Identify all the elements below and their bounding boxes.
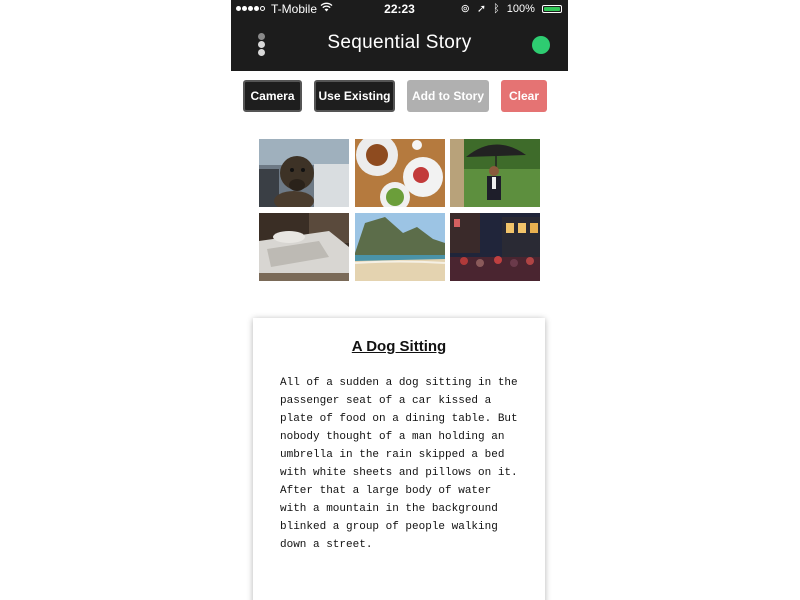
- bluetooth-icon: ᛒ: [493, 3, 500, 15]
- photo-dog-in-car[interactable]: [259, 139, 349, 207]
- story-text: All of a sudden a dog sitting in the pas…: [280, 377, 518, 551]
- battery-icon: [542, 5, 562, 13]
- app-title: Sequential Story: [327, 32, 472, 53]
- status-indicator: [532, 36, 550, 54]
- battery-percent: 100%: [506, 3, 535, 15]
- status-icons: ⊚ ➚ ᛒ 100%: [457, 2, 562, 15]
- add-to-story-button[interactable]: Add to Story: [407, 80, 489, 112]
- rotation-lock-icon: ⊚: [460, 3, 470, 15]
- story-title: A Dog Sitting: [351, 338, 447, 355]
- status-bar: T-Mobile 22:23 ⊚ ➚ ᛒ 100%: [231, 0, 568, 18]
- nav-bar: Sequential Story: [231, 18, 568, 71]
- camera-button[interactable]: Camera: [243, 80, 302, 112]
- photo-plate-of-food[interactable]: [355, 139, 445, 207]
- photo-man-with-umbrella[interactable]: [450, 139, 540, 207]
- photo-bed-with-sheets[interactable]: [259, 213, 349, 281]
- location-icon: ➚: [476, 3, 487, 15]
- battery-level: [544, 7, 560, 11]
- phone-screen: T-Mobile 22:23 ⊚ ➚ ᛒ 100% Sequential Sto…: [231, 0, 568, 600]
- photo-beach-with-mountain[interactable]: [355, 213, 445, 281]
- use-existing-button[interactable]: Use Existing: [314, 80, 395, 112]
- story-card: A Dog Sitting All of a sudden a dog sitt…: [253, 318, 545, 600]
- photo-people-on-street[interactable]: [450, 213, 540, 281]
- clear-button[interactable]: Clear: [501, 80, 547, 112]
